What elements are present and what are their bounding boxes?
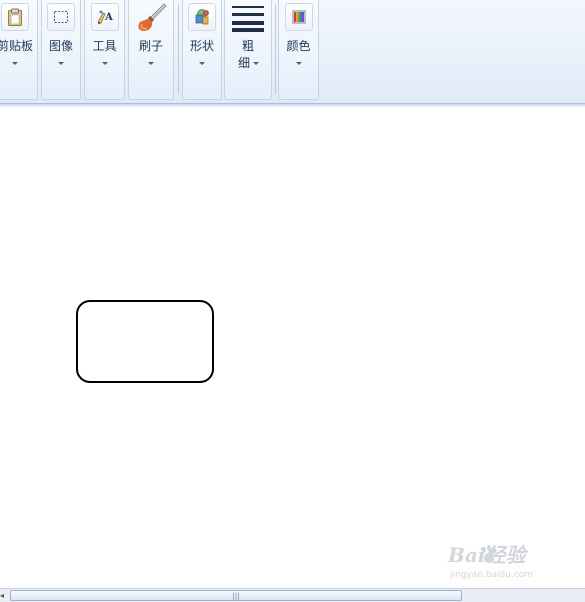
ribbon-toolbar: 剪贴板 图像 A 工具 刷子 形状 粗 细 颜色: [0, 0, 585, 104]
colors-group[interactable]: 颜色: [278, 0, 319, 100]
svg-text:A: A: [104, 12, 113, 23]
shapes-dropdown-icon[interactable]: [199, 62, 205, 65]
color-palette-icon: [284, 3, 313, 31]
rounded-rectangle-shape[interactable]: [76, 300, 214, 383]
colors-label: 颜色: [286, 39, 311, 53]
clipboard-dropdown-icon[interactable]: [12, 62, 18, 65]
tools-label: 工具: [92, 39, 117, 53]
horizontal-scrollbar[interactable]: ◂ |||: [0, 588, 585, 602]
shapes-icon: [188, 3, 216, 31]
baidu-watermark: Bai经验 jingyan.baidu.com: [448, 543, 583, 585]
size-label-line1: 粗: [241, 39, 254, 53]
scrollbar-thumb[interactable]: |||: [10, 590, 462, 601]
watermark-sub-text: jingyan.baidu.com: [450, 570, 534, 580]
scrollbar-grip-icon: |||: [232, 592, 240, 600]
select-rectangle-icon: [47, 3, 75, 31]
ribbon-separator: [275, 4, 276, 94]
brushes-dropdown-icon[interactable]: [148, 62, 154, 65]
clipboard-group[interactable]: 剪贴板: [0, 0, 38, 100]
image-group[interactable]: 图像: [41, 0, 81, 100]
size-group[interactable]: 粗 细: [224, 0, 272, 100]
brushes-group[interactable]: 刷子: [128, 0, 174, 100]
brush-icon: [134, 2, 168, 34]
shapes-group[interactable]: 形状: [182, 0, 222, 100]
scroll-left-arrow-icon[interactable]: ◂: [0, 591, 8, 601]
image-dropdown-icon[interactable]: [58, 62, 64, 65]
ribbon-separator: [178, 4, 179, 94]
tools-group[interactable]: A 工具: [84, 0, 125, 100]
tools-dropdown-icon[interactable]: [101, 62, 108, 65]
size-label-line2: 细: [237, 56, 250, 70]
line-size-icon: [231, 3, 265, 33]
baidu-paw-icon: [482, 545, 496, 563]
image-label: 图像: [48, 39, 73, 53]
brushes-label: 刷子: [138, 39, 163, 53]
colors-dropdown-icon[interactable]: [295, 62, 302, 65]
shapes-label: 形状: [189, 39, 214, 53]
clipboard-icon: [1, 3, 29, 31]
clipboard-label: 剪贴板: [0, 39, 33, 53]
tools-icon: A: [90, 3, 119, 31]
size-dropdown-icon[interactable]: [253, 62, 259, 65]
